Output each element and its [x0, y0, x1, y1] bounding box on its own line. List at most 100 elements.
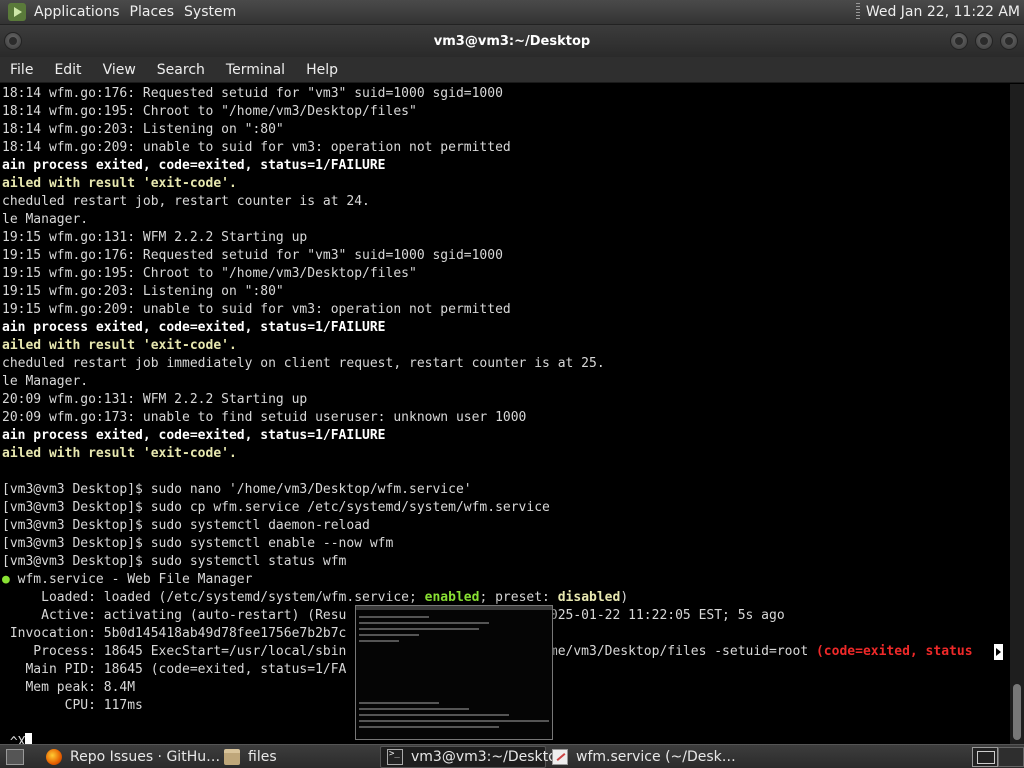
- terminal-line: 20:09 wfm.go:131: WFM 2.2.2 Starting up: [2, 391, 307, 409]
- gnome-foot-icon[interactable]: [8, 3, 26, 21]
- folder-icon: [224, 748, 240, 765]
- terminal-line: [vm3@vm3 Desktop]$ sudo nano '/home/vm3/…: [2, 481, 472, 499]
- terminal-text: 19:15 wfm.go:176: Requested setuid for "…: [2, 248, 503, 263]
- taskbar-item-label: Repo Issues · GitHu…: [70, 748, 221, 765]
- terminal-text: Loaded: loaded (/etc/systemd/system/wfm.…: [2, 590, 425, 605]
- workspace-1-icon[interactable]: [972, 746, 998, 767]
- terminal-text: 19:15 wfm.go:203: Listening on ":80": [2, 284, 284, 299]
- window-title: vm3@vm3:~/Desktop: [433, 33, 591, 49]
- terminal-text: (code=exited, status: [815, 644, 973, 659]
- terminal-line: ain process exited, code=exited, status=…: [2, 157, 386, 175]
- terminal-line: ain process exited, code=exited, status=…: [2, 319, 386, 337]
- scrollbar-thumb[interactable]: [1013, 684, 1021, 740]
- system-menu[interactable]: System: [182, 4, 244, 20]
- bottom-taskbar: Repo Issues · GitHu… files vm3@vm3:~/Deskt…: [0, 744, 1024, 768]
- terminal-line: 18:14 wfm.go:203: Listening on ":80": [2, 121, 284, 139]
- terminal-text: ailed with result 'exit-code'.: [2, 176, 237, 191]
- taskbar-item[interactable]: vm3@vm3:~/Desktop: [380, 745, 566, 768]
- clock[interactable]: Wed Jan 22, 11:22 AM: [866, 4, 1024, 20]
- terminal-text: Main PID: 18645 (code=exited, status=1/F…: [2, 662, 347, 677]
- window-menu-icon[interactable]: [4, 32, 22, 50]
- line-overflow-indicator-icon: [994, 644, 1003, 660]
- menu-edit[interactable]: Edit: [44, 62, 92, 78]
- terminal-text: CPU: 117ms: [2, 698, 143, 713]
- preview-titlebar: [356, 606, 552, 610]
- window-titlebar[interactable]: vm3@vm3:~/Desktop: [0, 25, 1024, 57]
- terminal-text: ain process exited, code=exited, status=…: [2, 320, 386, 335]
- menu-search[interactable]: Search: [147, 62, 216, 78]
- taskbar-item[interactable]: Repo Issues · GitHu…: [40, 746, 221, 768]
- terminal-scrollbar[interactable]: [1010, 84, 1024, 744]
- terminal-text: [vm3@vm3 Desktop]$ sudo systemctl daemon…: [2, 518, 370, 533]
- applications-menu[interactable]: Applications: [32, 4, 128, 20]
- terminal-line: [vm3@vm3 Desktop]$ sudo systemctl enable…: [2, 535, 393, 553]
- terminal-line: ^X: [2, 733, 33, 744]
- places-menu[interactable]: Places: [128, 4, 183, 20]
- terminal-text: cheduled restart job, restart counter is…: [2, 194, 370, 209]
- terminal-text: [vm3@vm3 Desktop]$ sudo systemctl enable…: [2, 536, 394, 551]
- terminal-line: CPU: 117ms: [2, 697, 143, 715]
- terminal-text: le Manager.: [2, 212, 89, 227]
- menu-terminal[interactable]: Terminal: [216, 62, 296, 78]
- terminal-line: [vm3@vm3 Desktop]$ sudo systemctl daemon…: [2, 517, 370, 535]
- terminal-text: Invocation: 5b0d145418ab49d78fee1756e7b2…: [2, 626, 347, 641]
- terminal-line: 19:15 wfm.go:176: Requested setuid for "…: [2, 247, 503, 265]
- terminal-text: 18:14 wfm.go:195: Chroot to "/home/vm3/D…: [2, 104, 417, 119]
- minimize-icon[interactable]: [950, 32, 968, 50]
- taskbar-item[interactable]: files: [218, 746, 380, 768]
- terminal-line: ● wfm.service - Web File Manager: [2, 571, 252, 589]
- terminal-text: ●: [2, 572, 18, 587]
- terminal-text: enabled: [424, 590, 480, 605]
- terminal-text: ): [620, 590, 629, 605]
- terminal-line: ailed with result 'exit-code'.: [2, 175, 237, 193]
- terminal-line: Mem peak: 8.4M: [2, 679, 135, 697]
- workspace-2-icon[interactable]: [998, 746, 1024, 767]
- terminal-text: Mem peak: 8.4M: [2, 680, 136, 695]
- maximize-icon[interactable]: [975, 32, 993, 50]
- terminal-text: ^X: [2, 735, 26, 744]
- terminal-text: 18:14 wfm.go:176: Requested setuid for "…: [2, 86, 503, 101]
- taskbar-item[interactable]: wfm.service (~/Desk…: [546, 746, 736, 768]
- terminal-line: [vm3@vm3 Desktop]$ sudo cp wfm.service /…: [2, 499, 550, 517]
- editor-icon: [552, 748, 568, 765]
- close-icon[interactable]: [1000, 32, 1018, 50]
- terminal-text: 20:09 wfm.go:131: WFM 2.2.2 Starting up: [2, 392, 308, 407]
- terminal-line: 19:15 wfm.go:131: WFM 2.2.2 Starting up: [2, 229, 307, 247]
- terminal-text: 19:15 wfm.go:131: WFM 2.2.2 Starting up: [2, 230, 308, 245]
- terminal-text: ailed with result 'exit-code'.: [2, 338, 237, 353]
- terminal-text: ailed with result 'exit-code'.: [2, 446, 237, 461]
- terminal-line: ain process exited, code=exited, status=…: [2, 427, 386, 445]
- terminal-text: disabled: [557, 590, 621, 605]
- taskbar-item-label: files: [248, 748, 277, 765]
- terminal-line: ailed with result 'exit-code'.: [2, 445, 237, 463]
- menu-file[interactable]: File: [0, 62, 44, 78]
- terminal-text: [vm3@vm3 Desktop]$ sudo systemctl status…: [2, 554, 347, 569]
- terminal-text: 19:15 wfm.go:195: Chroot to "/home/vm3/D…: [2, 266, 417, 281]
- menu-help[interactable]: Help: [296, 62, 349, 78]
- terminal-line: cheduled restart job immediately on clie…: [2, 355, 605, 373]
- terminal-text: le Manager.: [2, 374, 89, 389]
- terminal-text: wfm.service - Web File Manager: [17, 572, 253, 587]
- taskbar-item-label: vm3@vm3:~/Desktop: [411, 748, 566, 765]
- task-list: Repo Issues · GitHu… files vm3@vm3:~/Deskt…: [40, 745, 736, 768]
- terminal-line: [vm3@vm3 Desktop]$ sudo systemctl status…: [2, 553, 346, 571]
- terminal-text: 18:14 wfm.go:209: unable to suid for vm3…: [2, 140, 511, 155]
- terminal-line: le Manager.: [2, 211, 88, 229]
- terminal-text: ain process exited, code=exited, status=…: [2, 158, 386, 173]
- terminal-line: ailed with result 'exit-code'.: [2, 337, 237, 355]
- terminal-text: 20:09 wfm.go:173: unable to find setuid …: [2, 410, 527, 425]
- terminal-line: le Manager.: [2, 373, 88, 391]
- terminal-cursor: [25, 733, 33, 744]
- terminal-line: cheduled restart job, restart counter is…: [2, 193, 370, 211]
- show-desktop-icon[interactable]: [6, 748, 24, 765]
- terminal-text: [vm3@vm3 Desktop]$ sudo cp wfm.service /…: [2, 500, 550, 515]
- terminal-line: Invocation: 5b0d145418ab49d78fee1756e7b2…: [2, 625, 347, 643]
- panel-handle-icon[interactable]: [855, 3, 860, 21]
- menu-view[interactable]: View: [93, 62, 147, 78]
- terminal-text: cheduled restart job immediately on clie…: [2, 356, 605, 371]
- terminal-line: Main PID: 18645 (code=exited, status=1/F…: [2, 661, 346, 679]
- terminal-text: ain process exited, code=exited, status=…: [2, 428, 386, 443]
- terminal-text: ; preset:: [479, 590, 558, 605]
- firefox-icon: [46, 748, 62, 765]
- window-thumbnail-preview[interactable]: [355, 605, 553, 740]
